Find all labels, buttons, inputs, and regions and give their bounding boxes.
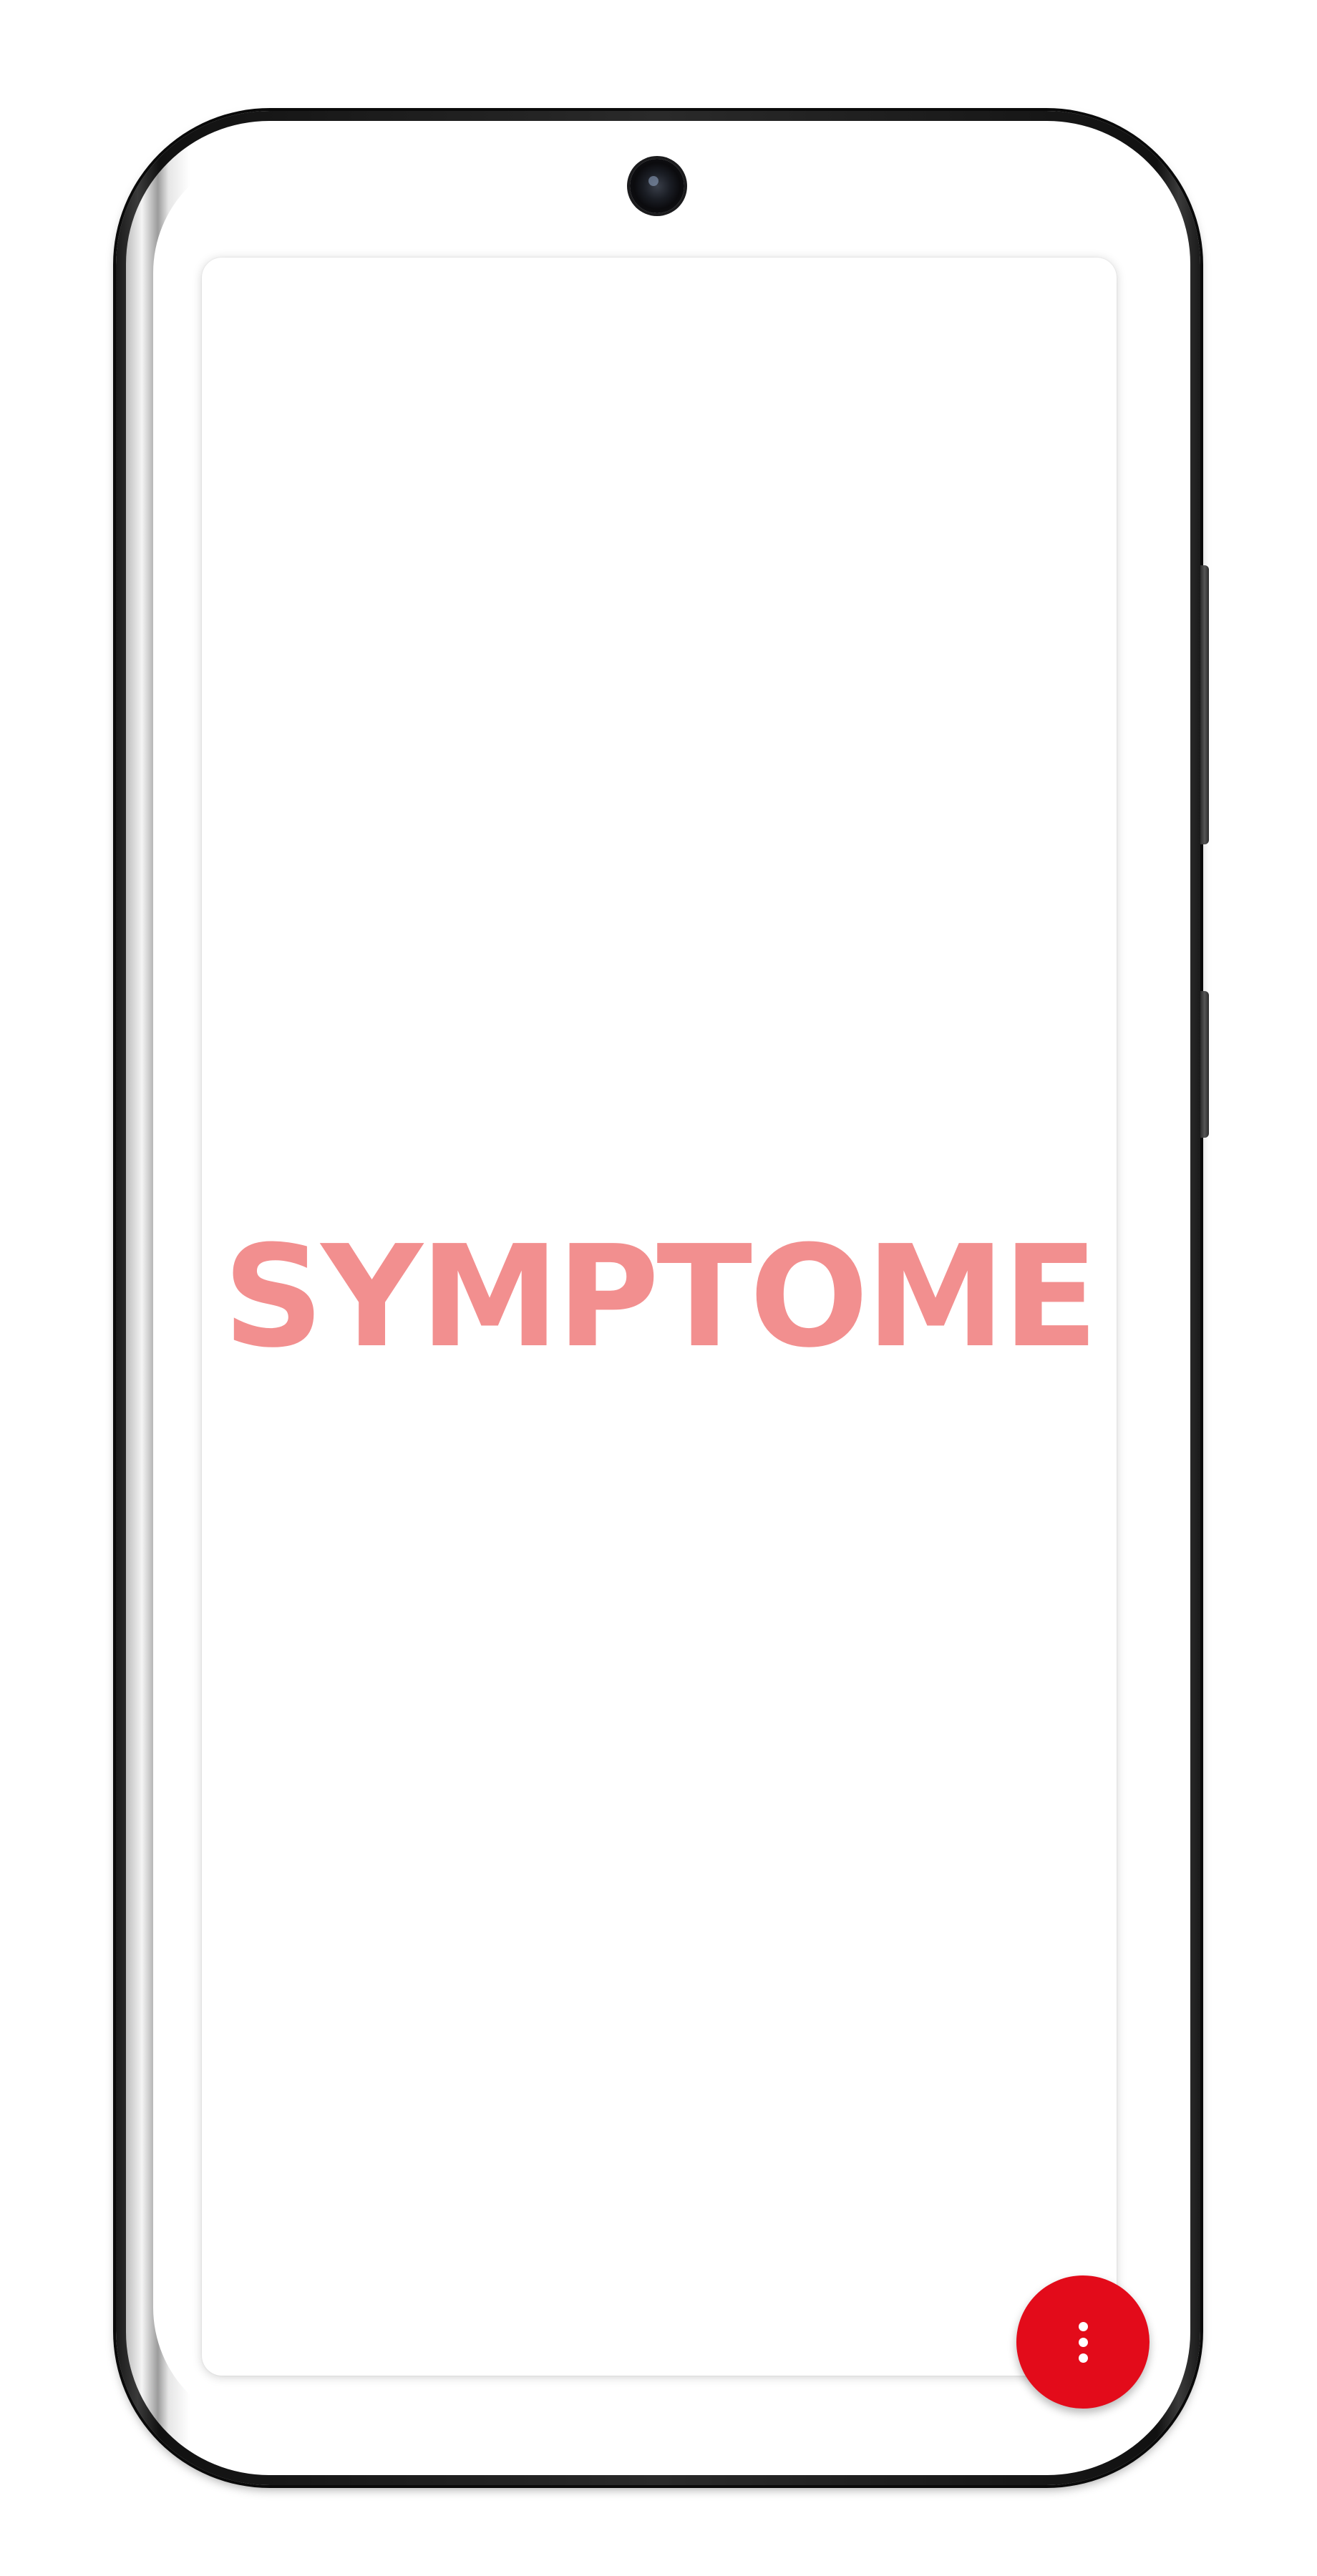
volume-button <box>1200 991 1209 1138</box>
kebab-dot <box>1078 2321 1088 2331</box>
kebab-dot <box>1078 2353 1088 2363</box>
power-button <box>1200 565 1209 844</box>
splash-screen-card: SYMPTOME <box>202 258 1117 2376</box>
more-vertical-icon <box>1078 2321 1088 2363</box>
device-mockup-page: SYMPTOME <box>0 0 1317 2576</box>
front-camera-icon <box>630 159 684 213</box>
camera-lens-glint <box>648 176 658 186</box>
brand-logo-text: SYMPTOME <box>223 1216 1098 1379</box>
more-options-button[interactable] <box>1016 2275 1150 2409</box>
kebab-dot <box>1078 2337 1088 2347</box>
